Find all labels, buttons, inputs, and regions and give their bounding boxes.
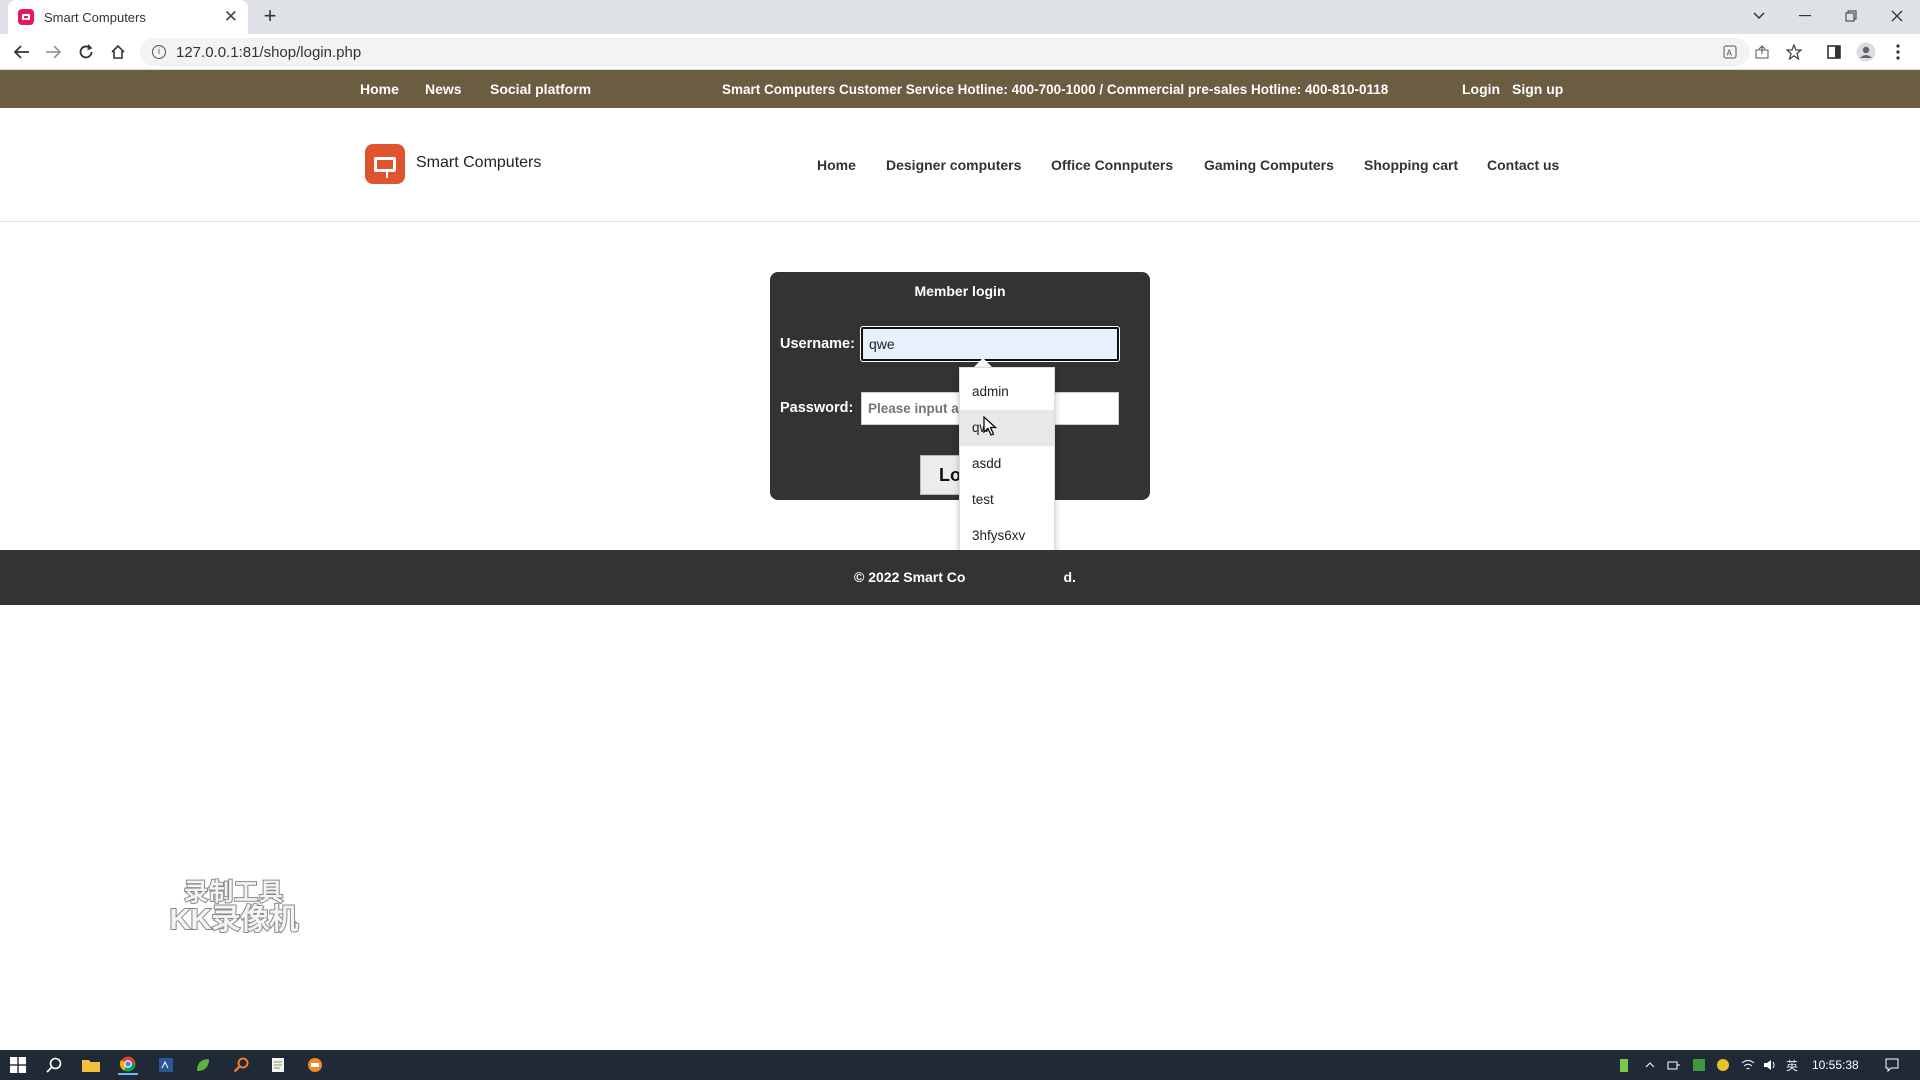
volume-icon[interactable] — [1760, 1055, 1780, 1075]
chrome-icon[interactable] — [118, 1055, 138, 1075]
taskbar-clock[interactable]: 10:55:38 — [1812, 1058, 1859, 1072]
nav-designer-computers[interactable]: Designer computers — [886, 157, 1021, 173]
site-header: Smart Computers Home Designer computers … — [0, 108, 1920, 222]
app-icon[interactable] — [156, 1055, 176, 1075]
url-text: 127.0.0.1:81/shop/login.php — [176, 43, 362, 61]
nav-gaming-computers[interactable]: Gaming Computers — [1204, 157, 1334, 173]
address-bar[interactable]: i 127.0.0.1:81/shop/login.php — [140, 38, 1750, 66]
recorder-watermark: 录制工具 KK录像机 — [160, 879, 308, 937]
autocomplete-item[interactable]: test — [960, 482, 1054, 518]
browser-toolbar: i 127.0.0.1:81/shop/login.php A — [0, 34, 1920, 70]
svg-text:A: A — [1727, 49, 1733, 58]
windows-taskbar: 英 10:55:38 — [0, 1050, 1920, 1080]
file-explorer-icon[interactable] — [81, 1055, 101, 1075]
autocomplete-item[interactable]: qw — [960, 410, 1054, 446]
topbar-link-news[interactable]: News — [425, 81, 462, 97]
service-hotline: Smart Computers Customer Service Hotline… — [722, 82, 1389, 97]
search-icon[interactable] — [44, 1055, 64, 1075]
usb-device-icon[interactable] — [1664, 1055, 1684, 1075]
back-arrow-icon[interactable] — [10, 40, 34, 64]
site-favicon-icon — [18, 9, 34, 25]
topbar-login-link[interactable]: Login — [1462, 81, 1500, 97]
network-icon[interactable] — [1738, 1055, 1758, 1075]
bookmark-star-icon[interactable] — [1784, 42, 1804, 62]
input-method-indicator[interactable]: 英 — [1786, 1057, 1798, 1074]
tab-search-icon[interactable] — [1736, 0, 1782, 32]
autocomplete-caret — [974, 358, 992, 367]
nav-contact-us[interactable]: Contact us — [1487, 157, 1559, 173]
nav-office-computers[interactable]: Office Connputers — [1051, 157, 1173, 173]
recorder-app-icon[interactable] — [305, 1055, 325, 1075]
nav-shopping-cart[interactable]: Shopping cart — [1364, 157, 1458, 173]
site-footer: © 2022 Smart Co d. — [0, 550, 1920, 605]
browser-menu-icon[interactable] — [1886, 40, 1910, 64]
footer-copyright: © 2022 Smart Co d. — [854, 569, 1076, 585]
site-logo-text[interactable]: Smart Computers — [416, 154, 541, 172]
search-tool-icon[interactable] — [231, 1055, 251, 1075]
profile-avatar-icon[interactable] — [1854, 40, 1878, 64]
nav-home[interactable]: Home — [817, 157, 856, 173]
autocomplete-item[interactable]: 3hfys6xv — [960, 518, 1054, 554]
leaf-app-icon[interactable] — [193, 1055, 213, 1075]
site-info-icon[interactable]: i — [152, 45, 166, 59]
browser-tab[interactable]: Smart Computers ✕ — [8, 0, 248, 34]
home-icon[interactable] — [106, 40, 130, 64]
reload-icon[interactable] — [74, 40, 98, 64]
restore-icon[interactable] — [1828, 0, 1874, 32]
browser-tab-strip: Smart Computers ✕ + — [0, 0, 1920, 34]
minimize-icon[interactable] — [1782, 0, 1828, 32]
share-icon[interactable] — [1752, 42, 1772, 62]
yellow-tray-app-icon[interactable] — [1713, 1055, 1733, 1075]
copyright-right: d. — [1063, 569, 1076, 585]
copyright-left: © 2022 Smart Co — [854, 569, 966, 585]
password-label: Password: — [780, 400, 854, 416]
login-title: Member login — [914, 283, 1006, 299]
topbar-signup-link[interactable]: Sign up — [1512, 81, 1563, 97]
close-window-icon[interactable] — [1874, 0, 1920, 32]
watermark-line-2: KK录像机 — [169, 904, 300, 937]
translate-icon[interactable]: A — [1720, 42, 1740, 62]
tray-overflow-icon[interactable] — [1640, 1055, 1660, 1075]
autocomplete-item[interactable]: asdd — [960, 446, 1054, 482]
new-tab-button[interactable]: + — [258, 4, 282, 28]
topbar-link-social-platform[interactable]: Social platform — [490, 81, 591, 97]
autocomplete-item[interactable]: admin — [960, 374, 1054, 410]
username-input[interactable] — [860, 326, 1120, 362]
windows-start-icon[interactable] — [8, 1055, 28, 1075]
mouse-cursor-icon — [983, 416, 997, 436]
tab-close-icon[interactable]: ✕ — [224, 7, 238, 27]
forward-arrow-icon[interactable] — [41, 40, 65, 64]
username-label: Username: — [780, 336, 855, 352]
green-tray-app-icon[interactable] — [1689, 1055, 1709, 1075]
side-panel-icon[interactable] — [1822, 40, 1846, 64]
site-top-bar: Home News Social platform Smart Computer… — [0, 70, 1920, 108]
notepad-icon[interactable] — [268, 1055, 288, 1075]
notification-center-icon[interactable] — [1882, 1055, 1902, 1075]
monitor-logo-icon[interactable] — [365, 144, 405, 184]
watermark-line-1: 录制工具 — [183, 879, 284, 906]
battery-icon[interactable] — [1614, 1055, 1634, 1075]
tab-title: Smart Computers — [44, 9, 146, 25]
topbar-link-home[interactable]: Home — [360, 81, 399, 97]
